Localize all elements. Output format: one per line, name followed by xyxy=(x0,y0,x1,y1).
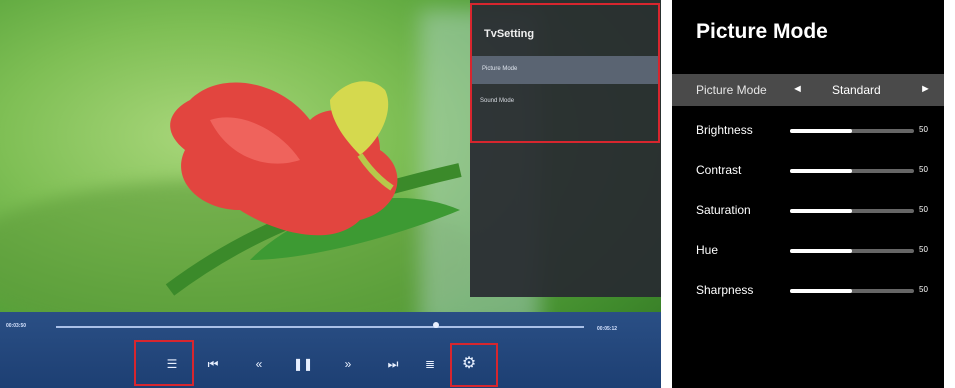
left-arrow-icon[interactable]: ◄ xyxy=(792,83,803,95)
setting-label: Hue xyxy=(696,243,719,257)
saturation-slider[interactable] xyxy=(790,209,914,213)
contrast-row[interactable]: Contrast 50 xyxy=(672,154,944,186)
contrast-slider[interactable] xyxy=(790,169,914,173)
slider-fill xyxy=(790,169,852,173)
picture-mode-value: Standard xyxy=(832,83,881,97)
saturation-row[interactable]: Saturation 50 xyxy=(672,194,944,226)
picture-mode-panel: Picture Mode Picture Mode ◄ Standard ► B… xyxy=(672,0,944,388)
setting-label: Contrast xyxy=(696,163,742,177)
setting-label: Sharpness xyxy=(696,283,754,297)
slider-fill xyxy=(790,289,852,293)
brightness-row[interactable]: Brightness 50 xyxy=(672,114,944,146)
previous-icon[interactable]: ⏮ xyxy=(198,344,228,384)
hue-slider[interactable] xyxy=(790,249,914,253)
slider-fill xyxy=(790,209,852,213)
right-arrow-icon[interactable]: ► xyxy=(920,83,931,95)
panel-title: Picture Mode xyxy=(696,20,828,43)
tv-photo: TvSetting Picture Mode Sound Mode 00:03:… xyxy=(0,0,661,388)
hibiscus-flower-image xyxy=(165,81,462,296)
setting-value: 50 xyxy=(919,285,928,294)
highlight-box-menu xyxy=(470,3,660,143)
list-icon[interactable]: ≣ xyxy=(415,344,445,384)
total-time: 00:05:12 xyxy=(597,326,618,332)
slider-fill xyxy=(790,129,852,133)
setting-value: 50 xyxy=(919,245,928,254)
highlight-box-playlist xyxy=(134,340,194,386)
elapsed-time: 00:03:50 xyxy=(6,323,27,329)
brightness-slider[interactable] xyxy=(790,129,914,133)
picture-mode-label: Picture Mode xyxy=(696,83,767,97)
setting-value: 50 xyxy=(919,125,928,134)
progress-track[interactable] xyxy=(56,326,584,328)
hue-row[interactable]: Hue 50 xyxy=(672,234,944,266)
picture-mode-row[interactable]: Picture Mode ◄ Standard ► xyxy=(672,74,944,106)
highlight-box-settings xyxy=(450,343,498,387)
slider-fill xyxy=(790,249,852,253)
rewind-icon[interactable]: « xyxy=(244,344,274,384)
fast-forward-icon[interactable]: » xyxy=(333,344,363,384)
setting-label: Saturation xyxy=(696,203,751,217)
player-control-bar: 00:03:50 00:05:12 ☰ ⏮ « ❚❚ » ⏭ ≣ ⚙ xyxy=(0,312,661,388)
next-icon[interactable]: ⏭ xyxy=(378,344,408,384)
pause-icon[interactable]: ❚❚ xyxy=(288,344,318,384)
sharpness-slider[interactable] xyxy=(790,289,914,293)
setting-value: 50 xyxy=(919,165,928,174)
setting-label: Brightness xyxy=(696,123,753,137)
setting-value: 50 xyxy=(919,205,928,214)
sharpness-row[interactable]: Sharpness 50 xyxy=(672,274,944,306)
